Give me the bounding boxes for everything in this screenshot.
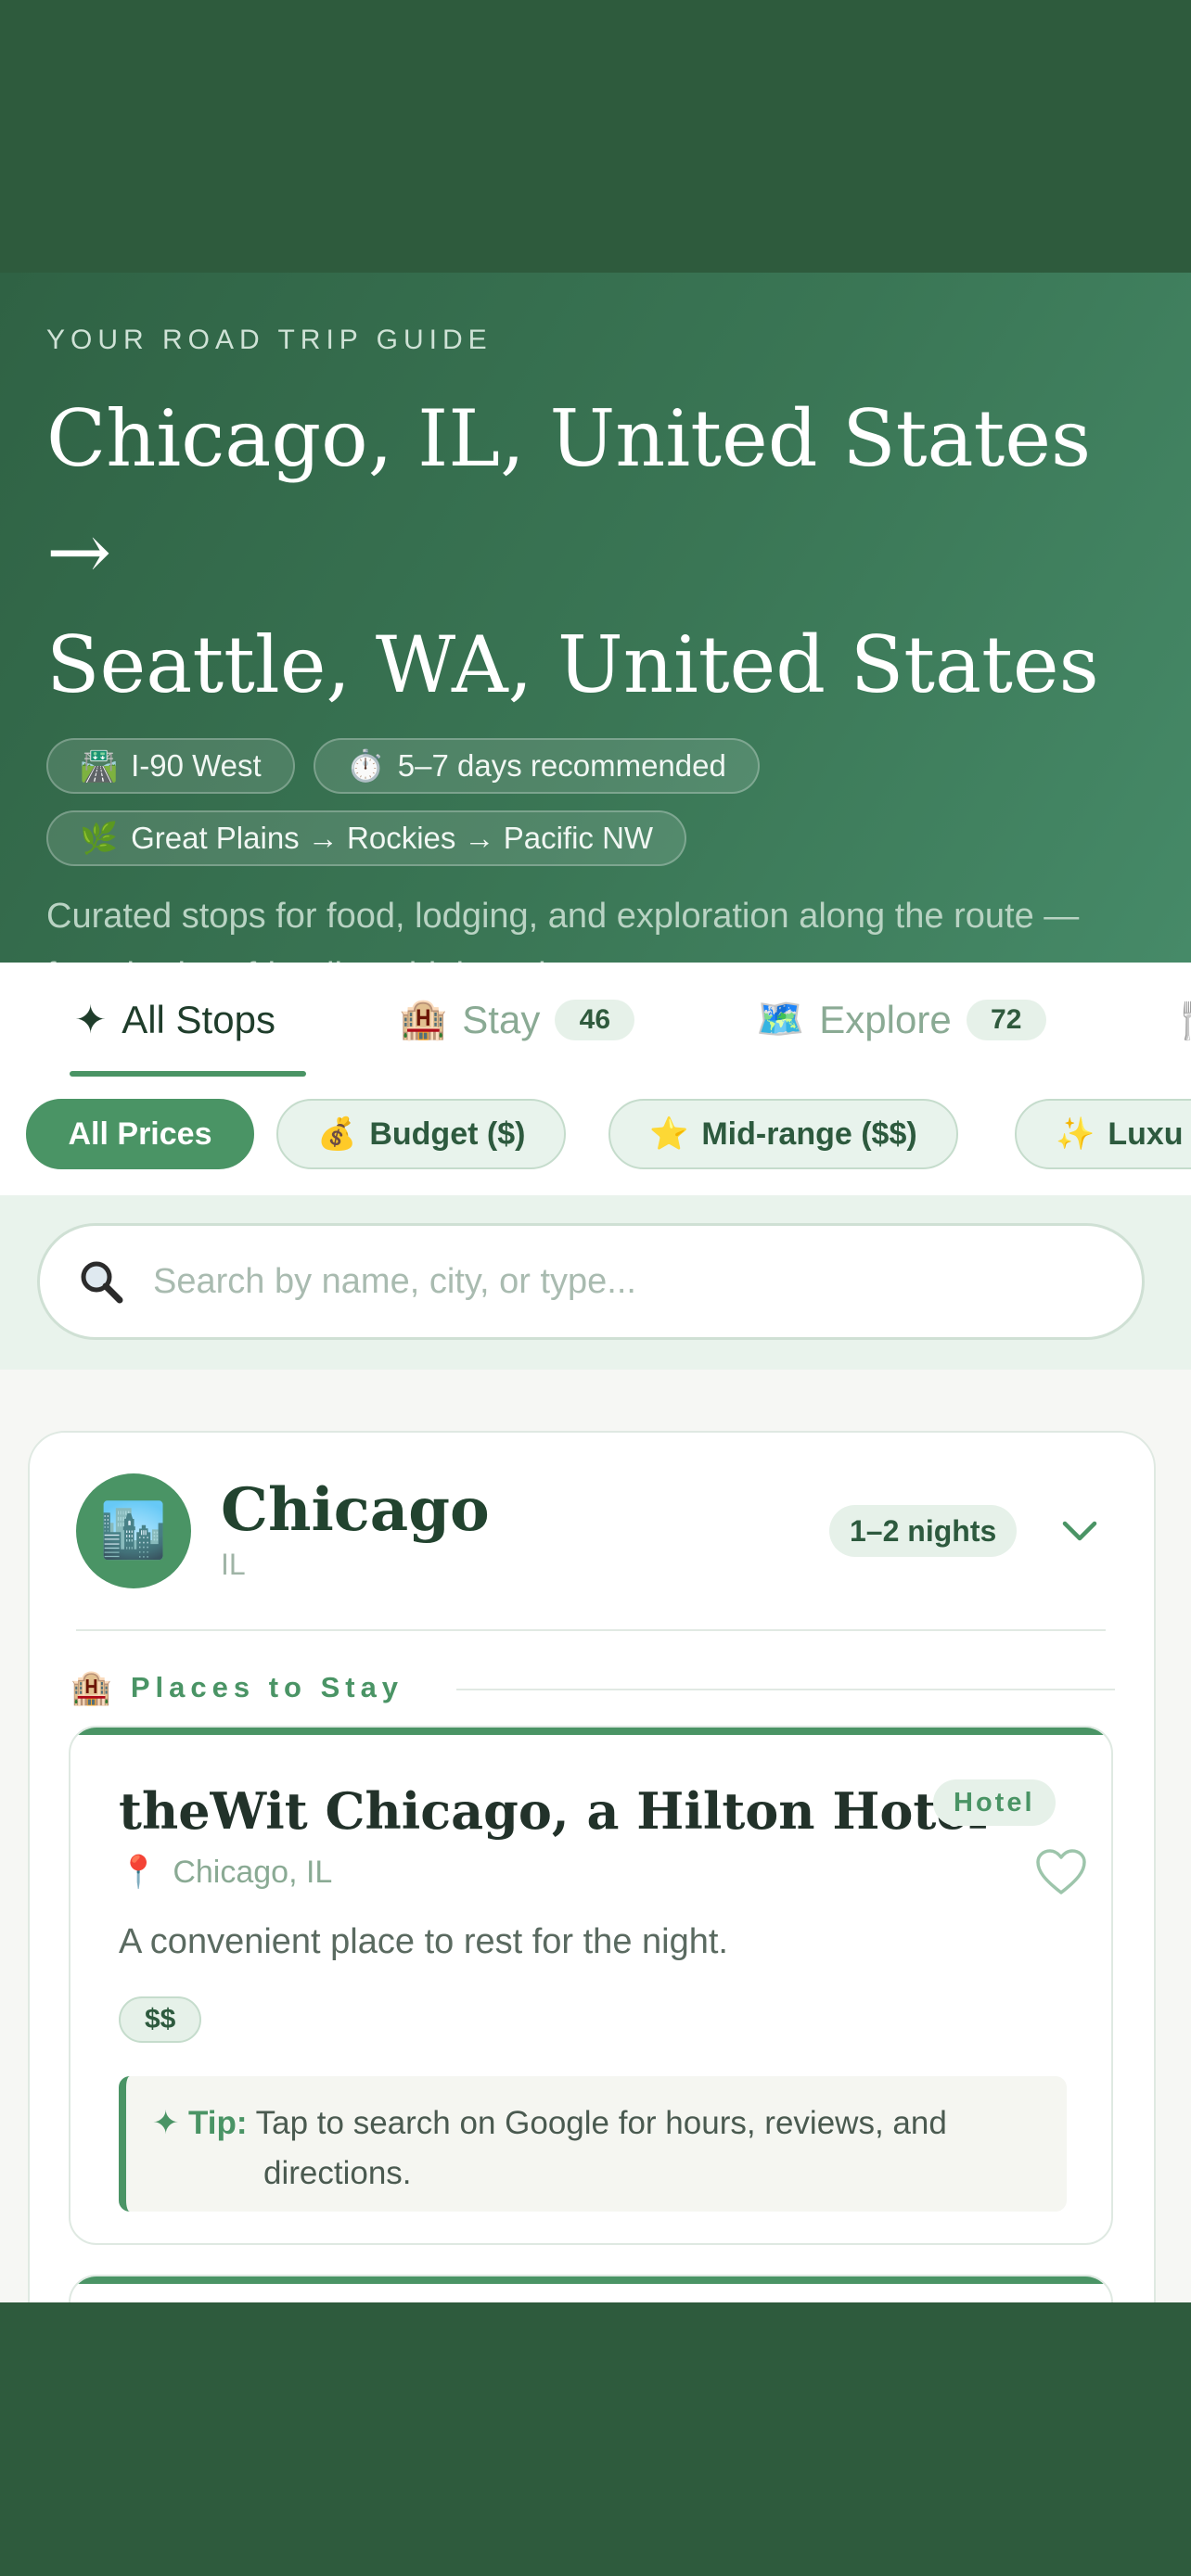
highway-chip: 🛣️ I-90 West bbox=[46, 738, 295, 794]
tip-text: Tap to search on Google for hours, revie… bbox=[255, 2105, 947, 2191]
filter-mid-range-label: Mid-range ($$) bbox=[701, 1116, 917, 1152]
filter-all-prices[interactable]: All Prices bbox=[26, 1099, 254, 1169]
heart-icon[interactable] bbox=[1035, 1848, 1087, 1896]
sparkle-icon: ✦ bbox=[74, 998, 108, 1041]
route-chip-row-1: 🛣️ I-90 West ⏱️ 5–7 days recommended bbox=[46, 738, 1145, 794]
fork-knife-icon: 🍴 bbox=[1171, 997, 1191, 1042]
tab-stay[interactable]: 🏨 Stay 46 bbox=[399, 963, 635, 1077]
map-icon: 🗺️ bbox=[756, 997, 805, 1040]
filter-mid-range[interactable]: ⭐ Mid-range ($$) bbox=[608, 1099, 958, 1169]
cityscape-icon: 🏙️ bbox=[76, 1473, 191, 1588]
filter-budget[interactable]: 💰 Budget ($) bbox=[276, 1099, 567, 1169]
hero-kicker: YOUR ROAD TRIP GUIDE bbox=[46, 325, 493, 355]
money-bag-icon: 💰 bbox=[317, 1116, 357, 1152]
filter-luxury[interactable]: ✨ Luxu bbox=[1015, 1099, 1191, 1169]
search-section bbox=[0, 1195, 1191, 1371]
tab-explore-label: Explore bbox=[819, 997, 952, 1041]
price-filter-bar: All Prices 💰 Budget ($) ⭐ Mid-range ($$)… bbox=[0, 1077, 1191, 1197]
place-card-next-accent bbox=[70, 2276, 1111, 2284]
route-title-line1: Chicago, IL, United States → bbox=[46, 393, 1092, 597]
highway-icon: 🛣️ bbox=[80, 747, 119, 783]
city-divider bbox=[76, 1629, 1106, 1631]
place-location-label: Chicago, IL bbox=[173, 1854, 333, 1890]
place-description: A convenient place to rest for the night… bbox=[119, 1922, 728, 1961]
regions-label: Great Plains → Rockies → Pacific NW bbox=[131, 821, 654, 855]
route-title: Chicago, IL, United States → Seattle, WA… bbox=[46, 382, 1145, 721]
tip-box: ✦ Tip: Tap to search on Google for hours… bbox=[119, 2076, 1067, 2212]
stopwatch-icon: ⏱️ bbox=[346, 747, 385, 783]
cityscape-glyph: 🏙️ bbox=[99, 1500, 168, 1561]
tab-all-stops[interactable]: ✦ All Stops bbox=[74, 963, 275, 1077]
place-card-accent bbox=[70, 1728, 1111, 1735]
chevron-down-icon[interactable] bbox=[1061, 1512, 1098, 1549]
place-type-badge: Hotel bbox=[933, 1779, 1056, 1826]
stay-count-badge: 46 bbox=[555, 999, 635, 1040]
section-rule bbox=[456, 1689, 1115, 1690]
hotel-icon: 🏨 bbox=[399, 997, 448, 1040]
route-chip-row-2: 🌿 Great Plains → Rockies → Pacific NW bbox=[46, 810, 1145, 866]
search-icon bbox=[81, 1261, 123, 1304]
search-input[interactable] bbox=[151, 1260, 1082, 1303]
tab-explore[interactable]: 🗺️ Explore 72 bbox=[756, 963, 1046, 1077]
regions-chip: 🌿 Great Plains → Rockies → Pacific NW bbox=[46, 810, 687, 866]
route-title-line2: Seattle, WA, United States bbox=[46, 619, 1099, 710]
tab-eat[interactable]: 🍴 bbox=[1171, 963, 1191, 1077]
search-bar[interactable] bbox=[37, 1223, 1145, 1340]
filter-budget-label: Budget ($) bbox=[369, 1116, 526, 1152]
place-card-next[interactable] bbox=[69, 2275, 1113, 2302]
section-label: Places to Stay bbox=[130, 1671, 404, 1703]
tip-content: ✦ Tip: Tap to search on Google for hours… bbox=[152, 2098, 1048, 2199]
pin-icon: 📍 bbox=[119, 1855, 159, 1890]
explore-count-badge: 72 bbox=[966, 999, 1046, 1040]
highway-label: I-90 West bbox=[131, 748, 262, 783]
hero-banner: YOUR ROAD TRIP GUIDE Chicago, IL, United… bbox=[0, 273, 1191, 995]
hotel-section-icon: 🏨 bbox=[70, 1668, 112, 1706]
tab-all-stops-label: All Stops bbox=[122, 997, 275, 1041]
city-name: Chicago bbox=[221, 1475, 490, 1545]
leaf-icon: 🌿 bbox=[80, 820, 119, 855]
place-card[interactable]: theWit Chicago, a Hilton Hotel Hotel 📍 C… bbox=[69, 1726, 1113, 2245]
duration-label: 5–7 days recommended bbox=[397, 748, 726, 783]
star-icon: ⭐ bbox=[649, 1116, 689, 1152]
city-state: IL bbox=[221, 1548, 246, 1581]
stops-list: 🏙️ Chicago IL 1–2 nights 🏨 Places to Sta… bbox=[0, 1370, 1191, 2302]
city-card-chicago: 🏙️ Chicago IL 1–2 nights 🏨 Places to Sta… bbox=[28, 1431, 1156, 2302]
category-tabs: ✦ All Stops 🏨 Stay 46 🗺️ Explore 72 🍴 bbox=[0, 963, 1191, 1078]
tip-label: ✦ Tip: bbox=[152, 2105, 248, 2141]
filter-luxury-label: Luxu bbox=[1108, 1116, 1184, 1152]
place-location: 📍 Chicago, IL bbox=[119, 1854, 332, 1891]
duration-chip: ⏱️ 5–7 days recommended bbox=[313, 738, 760, 794]
place-name: theWit Chicago, a Hilton Hotel bbox=[119, 1781, 988, 1841]
filter-all-prices-label: All Prices bbox=[68, 1116, 212, 1152]
sparkles-icon: ✨ bbox=[1056, 1116, 1095, 1152]
nights-badge: 1–2 nights bbox=[829, 1505, 1018, 1557]
section-header-stay: 🏨 Places to Stay bbox=[70, 1668, 403, 1707]
price-badge: $$ bbox=[119, 1996, 202, 2043]
tab-stay-label: Stay bbox=[462, 997, 541, 1041]
